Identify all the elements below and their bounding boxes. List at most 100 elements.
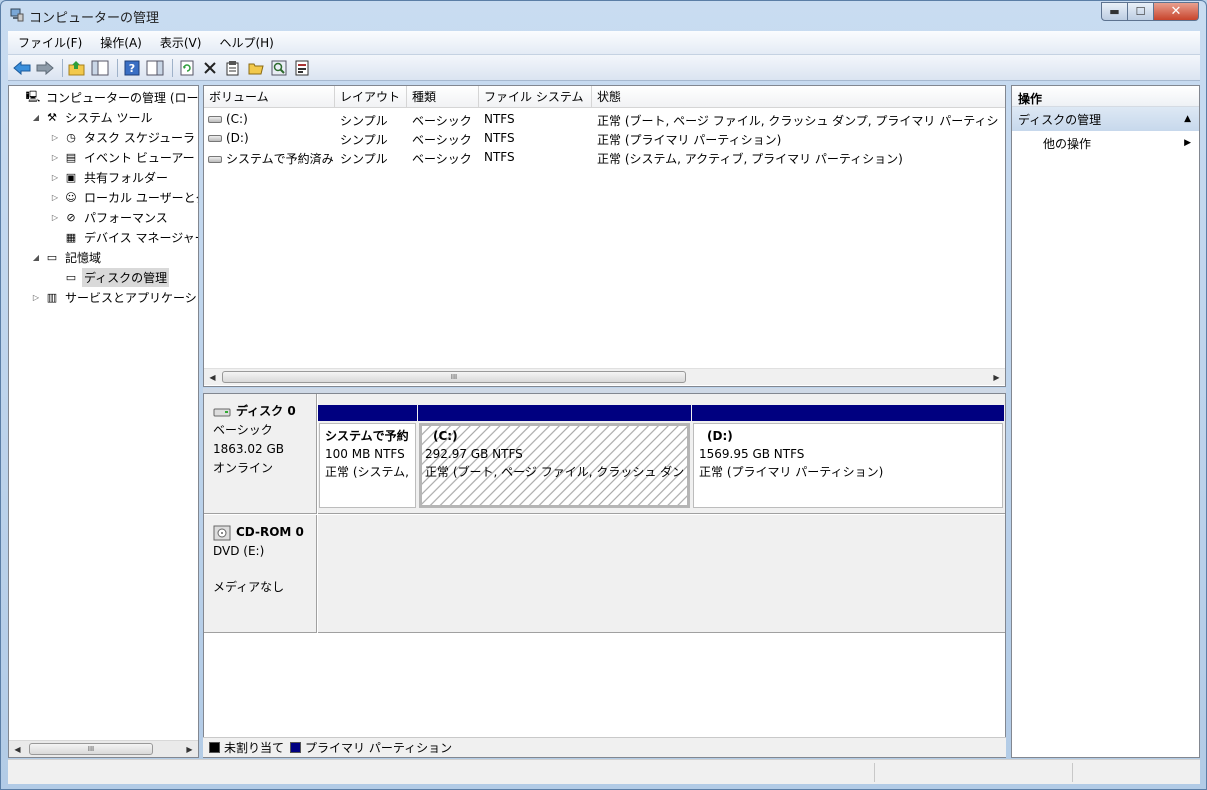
refresh-icon	[180, 60, 194, 75]
computer-management-icon	[10, 8, 24, 22]
help-icon: ?	[124, 60, 140, 75]
help-button[interactable]: ?	[122, 58, 142, 78]
tree-item-label: コンピューターの管理 (ローカ	[46, 90, 199, 105]
minimize-icon: ▬	[1109, 5, 1120, 18]
tree-item[interactable]: 🖳 コンピューターの管理 (ローカ	[11, 87, 199, 107]
disk-graphical-view: ディスク 0 ベーシック 1863.02 GB オンライン システムで予約 10…	[203, 393, 1006, 758]
delete-button[interactable]	[200, 58, 220, 78]
tree-item[interactable]: ▷ ◷ タスク スケジューラ	[49, 127, 197, 147]
scroll-left-icon[interactable]: ◀	[9, 741, 26, 757]
tree-item[interactable]: ▦ デバイス マネージャー	[49, 227, 198, 247]
expanded-arrow-icon[interactable]: ◢	[30, 113, 42, 122]
volume-row[interactable]: (C:) シンプル ベーシック NTFS 正常 (ブート, ページ ファイル, クラッシ…	[204, 110, 1005, 129]
partition-d[interactable]: (D:) 1569.95 GB NTFS 正常 (プライマリ パーティション)	[692, 405, 1004, 509]
back-button[interactable]	[12, 58, 32, 78]
tree-item[interactable]: ▷ ▥ サービスとアプリケーショ	[30, 287, 198, 307]
tree-horizontal-scrollbar[interactable]: ◀ III ▶	[9, 740, 198, 757]
forward-button[interactable]	[35, 58, 55, 78]
partition-c[interactable]: (C:) 292.97 GB NTFS 正常 (ブート, ページ ファイル, ク…	[418, 405, 691, 509]
menu-action[interactable]: 操作(A)	[90, 34, 150, 51]
volume-row[interactable]: システムで予約済み シンプル ベーシック NTFS 正常 (システム, アクティブ, プ…	[204, 148, 1005, 167]
legend: 未割り当て プライマリ パーティション	[203, 737, 1006, 757]
expand-arrow-icon[interactable]: ▷	[30, 293, 42, 302]
search-button[interactable]	[269, 58, 289, 78]
menu-help[interactable]: ヘルプ(H)	[209, 34, 281, 51]
title-bar[interactable]: コンピューターの管理 ▬ ☐ ✕	[1, 1, 1206, 31]
column-header-layout[interactable]: レイアウト	[335, 86, 407, 108]
primary-partition-bar	[692, 405, 1004, 421]
menu-bar: ファイル(F) 操作(A) 表示(V) ヘルプ(H)	[8, 31, 1200, 55]
cdrom0-area[interactable]	[318, 515, 1005, 633]
minimize-button[interactable]: ▬	[1101, 2, 1128, 21]
computer-management-icon: 🖳	[25, 89, 41, 103]
expand-arrow-icon[interactable]: ▷	[49, 193, 61, 202]
expand-arrow-icon[interactable]: ▷	[49, 213, 61, 222]
cdrom0-name: CD-ROM 0	[236, 525, 304, 539]
tree-item[interactable]: ▷ ▤ イベント ビューアー	[49, 147, 197, 167]
menu-view[interactable]: 表示(V)	[150, 34, 210, 51]
column-header-filesystem[interactable]: ファイル システム	[479, 86, 592, 108]
action-more-actions[interactable]: 他の操作 ▶	[1012, 131, 1199, 155]
disk0-label[interactable]: ディスク 0 ベーシック 1863.02 GB オンライン	[204, 394, 317, 514]
scroll-right-icon[interactable]: ▶	[181, 741, 198, 757]
tree-item-label: タスク スケジューラ	[84, 130, 195, 145]
export-button[interactable]	[292, 58, 312, 78]
tree-item[interactable]: ◢ ▭ 記憶域	[30, 247, 103, 267]
properties-button[interactable]	[223, 58, 243, 78]
volume-cell: システムで予約済み	[226, 152, 334, 166]
menu-file[interactable]: ファイル(F)	[8, 34, 90, 51]
toolbar-separator	[172, 58, 173, 77]
scroll-thumb-grip: III	[450, 373, 458, 381]
action-section-disk-management[interactable]: ディスクの管理 ▲	[1012, 107, 1199, 131]
show-hide-tree-button[interactable]	[90, 58, 110, 78]
partition-name: システムで予約	[325, 429, 409, 443]
expand-arrow-icon[interactable]: ▷	[49, 173, 61, 182]
column-header-volume[interactable]: ボリューム	[204, 86, 335, 108]
back-arrow-icon	[13, 60, 31, 75]
cdrom0-status: メディアなし	[213, 580, 285, 594]
disk0-name: ディスク 0	[236, 404, 296, 418]
expand-arrow-icon[interactable]: ▷	[49, 153, 61, 162]
scroll-left-icon[interactable]: ◀	[204, 369, 221, 385]
column-header-status[interactable]: 状態	[592, 86, 1005, 108]
action-section-label: ディスクの管理	[1018, 112, 1102, 127]
device-manager-icon: ▦	[65, 230, 77, 244]
refresh-button[interactable]	[177, 58, 197, 78]
tree-item[interactable]: ▷ ☺ ローカル ユーザーとグ	[49, 187, 198, 207]
tree-item[interactable]: ▷ ⊘ パフォーマンス	[49, 207, 170, 227]
tree-item[interactable]: ▭ ディスクの管理	[49, 267, 170, 287]
partition-system-reserved[interactable]: システムで予約 100 MB NTFS 正常 (システム,	[318, 405, 417, 509]
up-button[interactable]	[67, 58, 87, 78]
volume-disk-icon	[208, 156, 222, 163]
column-header-type[interactable]: 種類	[407, 86, 479, 108]
legend-unallocated-swatch	[209, 742, 220, 753]
status-separator	[1072, 763, 1073, 782]
tree-item[interactable]: ▷ ▣ 共有フォルダー	[49, 167, 170, 187]
volume-row[interactable]: (D:) シンプル ベーシック NTFS 正常 (プライマリ パーティション)	[204, 129, 1005, 148]
tree-item[interactable]: ◢ ⚒ システム ツール	[30, 107, 154, 127]
cdrom0-label[interactable]: CD-ROM 0 DVD (E:) メディアなし	[204, 515, 317, 633]
disk0-status: オンライン	[213, 461, 274, 475]
close-button[interactable]: ✕	[1154, 2, 1199, 21]
expanded-arrow-icon[interactable]: ◢	[30, 253, 42, 262]
partition-status: 正常 (プライマリ パーティション)	[699, 465, 884, 479]
open-button[interactable]	[246, 58, 266, 78]
show-hide-tree-icon	[91, 60, 109, 75]
services-icon: ▥	[46, 290, 58, 304]
show-hide-action-pane-button[interactable]	[145, 58, 165, 78]
volume-cell: ベーシック	[412, 133, 472, 147]
scroll-thumb[interactable]: III	[29, 743, 153, 755]
search-icon	[271, 60, 287, 75]
scroll-right-icon[interactable]: ▶	[988, 369, 1005, 385]
volume-list-horizontal-scrollbar[interactable]: ◀ III ▶	[204, 368, 1005, 385]
system-tools-icon: ⚒	[47, 110, 57, 124]
volume-cell: 正常 (システム, アクティブ, プライマリ パーティション)	[597, 152, 903, 166]
maximize-button[interactable]: ☐	[1128, 2, 1154, 21]
scroll-thumb[interactable]: III	[222, 371, 686, 383]
collapse-up-icon[interactable]: ▲	[1184, 114, 1191, 124]
tree-item-label: イベント ビューアー	[84, 150, 195, 165]
status-bar	[8, 759, 1200, 784]
volume-cell: NTFS	[484, 150, 515, 164]
expand-arrow-icon[interactable]: ▷	[49, 133, 61, 142]
partition-name: (D:)	[707, 429, 733, 443]
